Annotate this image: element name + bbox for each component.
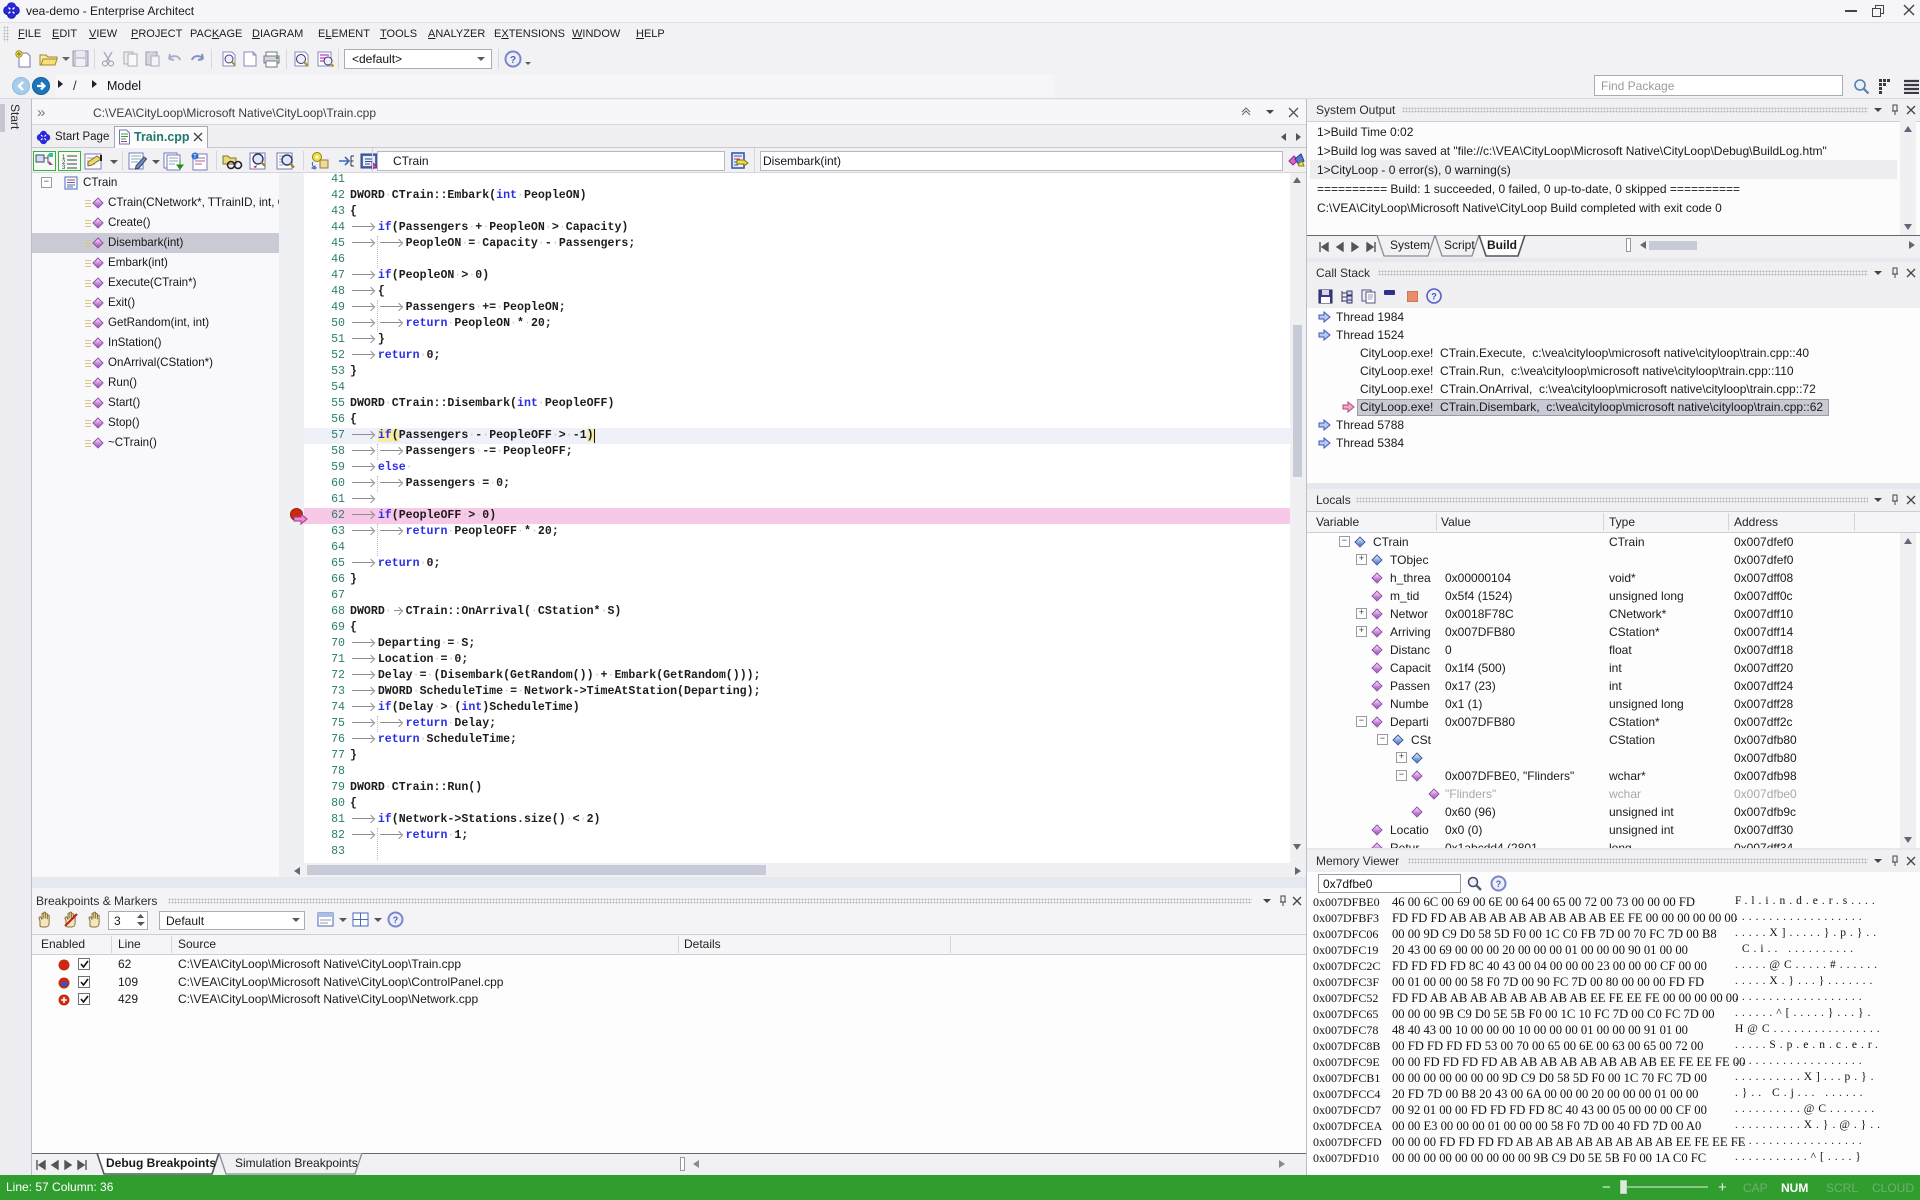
- svg-text:?: ?: [393, 915, 399, 925]
- svg-text:?: ?: [510, 55, 516, 66]
- svg-text:?: ?: [1496, 879, 1502, 889]
- svg-text:T: T: [193, 155, 197, 161]
- svg-text:?: ?: [1431, 292, 1437, 302]
